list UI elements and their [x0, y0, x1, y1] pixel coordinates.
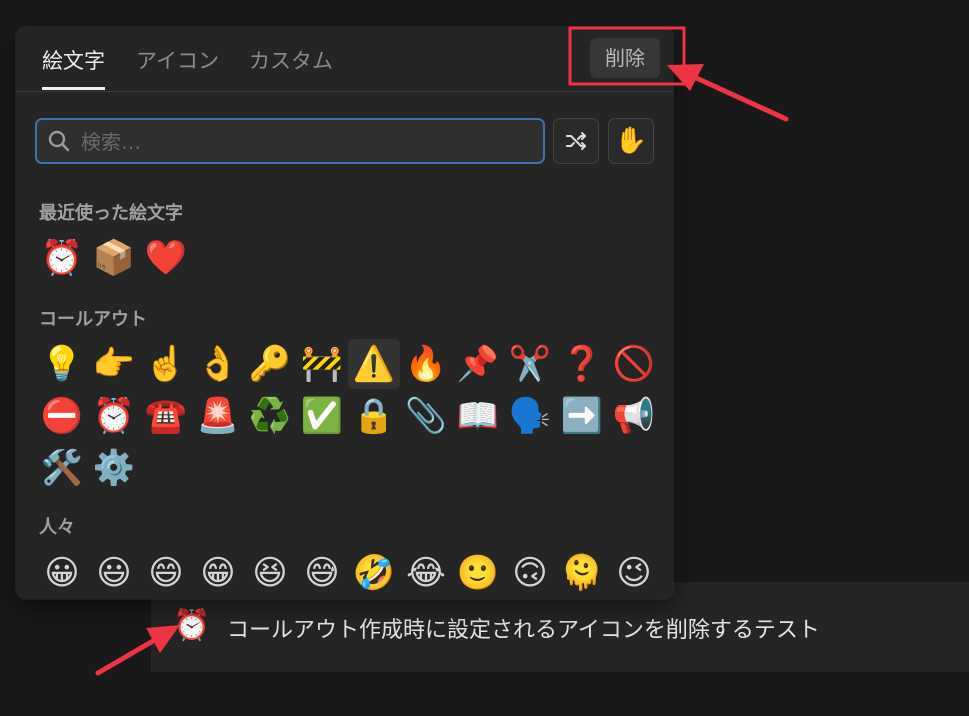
raised-hand-icon: ✋ [614, 126, 648, 156]
emoji-laughing[interactable]: 😆 [244, 548, 296, 598]
remove-button[interactable]: 削除 [590, 38, 660, 78]
emoji-index-up[interactable]: ☝️ [140, 339, 192, 389]
emoji-light-bulb[interactable]: 💡 [36, 339, 88, 389]
emoji-grinning[interactable]: 😀 [36, 548, 88, 598]
emoji-police-light[interactable]: 🚨 [192, 391, 244, 441]
picker-tabs: 絵文字 アイコン カスタム 削除 [16, 27, 673, 92]
emoji-prohibited[interactable]: 🚫 [608, 339, 660, 389]
emoji-wink[interactable]: 😉 [608, 548, 660, 598]
callout-text[interactable]: コールアウト作成時に設定されるアイコンを削除するテスト [227, 612, 820, 644]
emoji-construction[interactable]: 🚧 [296, 339, 348, 389]
tab-icons[interactable]: アイコン [136, 45, 219, 87]
emoji-upside-down[interactable]: 🙃 [504, 548, 556, 598]
emoji-question[interactable]: ❓ [556, 339, 608, 389]
emoji-key[interactable]: 🔑 [244, 339, 296, 389]
emoji-lock[interactable]: 🔒 [348, 391, 400, 441]
emoji-rofl[interactable]: 🤣 [348, 548, 400, 598]
emoji-slight-smile[interactable]: 🙂 [452, 548, 504, 598]
emoji-recycle[interactable]: ♻️ [244, 391, 296, 441]
emoji-paperclip[interactable]: 📎 [400, 391, 452, 441]
emoji-alarm-clock[interactable]: ⏰ [36, 233, 88, 283]
skin-tone-button[interactable]: ✋ [608, 118, 654, 164]
emoji-telephone[interactable]: ☎️ [140, 391, 192, 441]
tab-emoji[interactable]: 絵文字 [42, 45, 105, 90]
callout-icon-alarm-clock[interactable]: ⏰ [173, 606, 210, 646]
emoji-smile[interactable]: 😄 [140, 548, 192, 598]
emoji-red-heart[interactable]: ❤️ [140, 233, 192, 283]
section-label-callout: コールアウト [39, 309, 147, 330]
emoji-smiley[interactable]: 😃 [88, 548, 140, 598]
emoji-right-arrow[interactable]: ➡️ [556, 391, 608, 441]
emoji-hammer-wrench[interactable]: 🛠️ [36, 443, 88, 493]
emoji-pointing-right[interactable]: 👉 [88, 339, 140, 389]
emoji-no-entry[interactable]: ⛔ [36, 391, 88, 441]
emoji-joy[interactable]: 😂 [400, 548, 452, 598]
emoji-scissors[interactable]: ✂️ [504, 339, 556, 389]
search-input[interactable] [79, 126, 533, 158]
emoji-gear[interactable]: ⚙️ [88, 443, 140, 493]
section-label-people: 人々 [39, 517, 75, 538]
annotation-arrow-remove [667, 64, 789, 122]
emoji-row-people: 😀 😃 😄 😁 😆 😅 🤣 😂 🙂 🙃 🫠 😉 [36, 548, 660, 598]
emoji-package[interactable]: 📦 [88, 233, 140, 283]
tab-custom[interactable]: カスタム [249, 45, 333, 87]
emoji-alarm-clock[interactable]: ⏰ [88, 391, 140, 441]
emoji-warning[interactable]: ⚠️ [348, 339, 400, 389]
emoji-picker: 絵文字 アイコン カスタム 削除 ✋ 最近使った絵文字 ⏰ 📦 ❤️ コールアウ… [16, 27, 673, 599]
search-icon [48, 130, 70, 152]
emoji-sweat-smile[interactable]: 😅 [296, 548, 348, 598]
emoji-fire[interactable]: 🔥 [400, 339, 452, 389]
emoji-grin[interactable]: 😁 [192, 548, 244, 598]
emoji-row-callout-1: 💡 👉 ☝️ 👌 🔑 🚧 ⚠️ 🔥 📌 ✂️ ❓ 🚫 [36, 339, 660, 389]
emoji-pushpin[interactable]: 📌 [452, 339, 504, 389]
search-box[interactable] [35, 118, 545, 164]
emoji-melting-face[interactable]: 🫠 [556, 548, 608, 598]
emoji-loudspeaker[interactable]: 📢 [608, 391, 660, 441]
emoji-open-book[interactable]: 📖 [452, 391, 504, 441]
shuffle-button[interactable] [553, 118, 599, 164]
emoji-check-mark[interactable]: ✅ [296, 391, 348, 441]
emoji-row-recent: ⏰ 📦 ❤️ [36, 233, 192, 283]
emoji-row-callout-2: ⛔ ⏰ ☎️ 🚨 ♻️ ✅ 🔒 📎 📖 🗣️ ➡️ 📢 [36, 391, 660, 441]
emoji-speaking-head[interactable]: 🗣️ [504, 391, 556, 441]
section-label-recent: 最近使った絵文字 [39, 203, 183, 224]
shuffle-icon [566, 132, 586, 150]
emoji-ok-hand[interactable]: 👌 [192, 339, 244, 389]
emoji-row-callout-3: 🛠️ ⚙️ [36, 443, 140, 493]
